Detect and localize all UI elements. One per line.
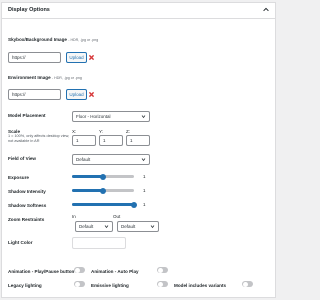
auto-play-toggle[interactable] <box>157 267 168 273</box>
chevron-down-icon <box>104 225 109 229</box>
zoom-out-select-value: Default <box>121 224 136 229</box>
skybox-url-input[interactable]: https:// <box>8 52 61 63</box>
skybox-note: - HDR, .jpg or .png <box>68 38 99 42</box>
shadow-intensity-slider[interactable] <box>72 187 134 194</box>
environment-note: - HDR, .jpg or .png <box>51 76 82 80</box>
shadow-softness-slider[interactable] <box>72 201 137 208</box>
zoom-in-select[interactable]: Default <box>75 221 113 232</box>
collapse-icon[interactable] <box>262 6 270 14</box>
fov-select-value: Default <box>76 157 91 162</box>
scale-z-input[interactable]: 1 <box>126 135 150 146</box>
zoom-in-select-value: Default <box>79 224 94 229</box>
zoom-in-label: In <box>72 214 76 219</box>
light-color-label: Light Color <box>8 240 33 245</box>
shadow-intensity-slider-thumb[interactable] <box>100 187 106 194</box>
play-pause-toggle[interactable] <box>74 267 85 273</box>
shadow-softness-label: Shadow Softness <box>8 203 47 208</box>
panel-header[interactable]: Display Options <box>2 3 275 19</box>
zoom-label: Zoom Restraints <box>8 217 45 222</box>
exposure-slider-thumb[interactable] <box>100 173 106 180</box>
display-options-panel: Display Options Skybox/Background Image … <box>1 2 276 298</box>
exposure-label: Exposure <box>8 175 29 180</box>
toggle-knob <box>74 267 80 273</box>
shadow-intensity-slider-fill <box>72 189 103 192</box>
shadow-softness-slider-fill <box>72 203 134 206</box>
skybox-clear-icon[interactable] <box>88 54 95 61</box>
toggle-knob <box>157 281 163 287</box>
placement-select[interactable]: Floor - Horizontal <box>72 111 150 122</box>
scale-z-label: Z: <box>126 129 130 134</box>
fov-select[interactable]: Default <box>72 154 150 165</box>
scale-x-label: X: <box>72 129 77 134</box>
light-color-picker[interactable] <box>72 237 126 249</box>
model-variants-label: Model includes variants <box>174 283 227 288</box>
legacy-lighting-toggle[interactable] <box>74 281 85 287</box>
shadow-softness-slider-thumb[interactable] <box>131 201 137 208</box>
environment-upload-button[interactable]: Upload <box>66 89 87 100</box>
skybox-label: Skybox/Background Image - HDR, .jpg or .… <box>8 37 99 42</box>
legacy-lighting-label: Legacy lighting <box>8 283 42 288</box>
toggle-knob <box>242 281 248 287</box>
exposure-slider-fill <box>72 175 103 178</box>
scale-note: 1 = 100%, only affects desktop view, not… <box>8 134 70 143</box>
skybox-upload-button[interactable]: Upload <box>66 52 87 63</box>
environment-clear-icon[interactable] <box>88 91 95 98</box>
environment-url-input[interactable]: https:// <box>8 89 61 100</box>
shadow-softness-value: 1 <box>143 202 146 207</box>
exposure-value: 1 <box>143 174 146 179</box>
scale-y-label: Y: <box>99 129 104 134</box>
model-variants-toggle[interactable] <box>242 281 253 287</box>
auto-play-label: Animation - Auto Play <box>91 269 139 274</box>
play-pause-label: Animation - Play/Pause button <box>8 269 75 274</box>
toggle-knob <box>157 267 163 273</box>
toggle-knob <box>74 281 80 287</box>
scale-y-input[interactable]: 1 <box>99 135 123 146</box>
zoom-out-label: Out <box>113 214 121 219</box>
exposure-slider[interactable] <box>72 173 134 180</box>
environment-label: Environment Image - HDR, .jpg or .png <box>8 75 82 80</box>
shadow-intensity-label: Shadow Intensity <box>8 189 46 194</box>
chevron-down-icon <box>150 225 155 229</box>
placement-label: Model Placement <box>8 113 46 118</box>
fov-label: Field of View <box>8 156 36 161</box>
panel-title: Display Options <box>8 7 50 13</box>
scale-x-input[interactable]: 1 <box>72 135 96 146</box>
emissive-lighting-label: Emissive lighting <box>91 283 129 288</box>
emissive-lighting-toggle[interactable] <box>157 281 168 287</box>
chevron-down-icon <box>141 115 146 119</box>
placement-select-value: Floor - Horizontal <box>76 114 111 119</box>
chevron-down-icon <box>141 158 146 162</box>
shadow-intensity-value: 1 <box>143 188 146 193</box>
zoom-out-select[interactable]: Default <box>117 221 159 232</box>
